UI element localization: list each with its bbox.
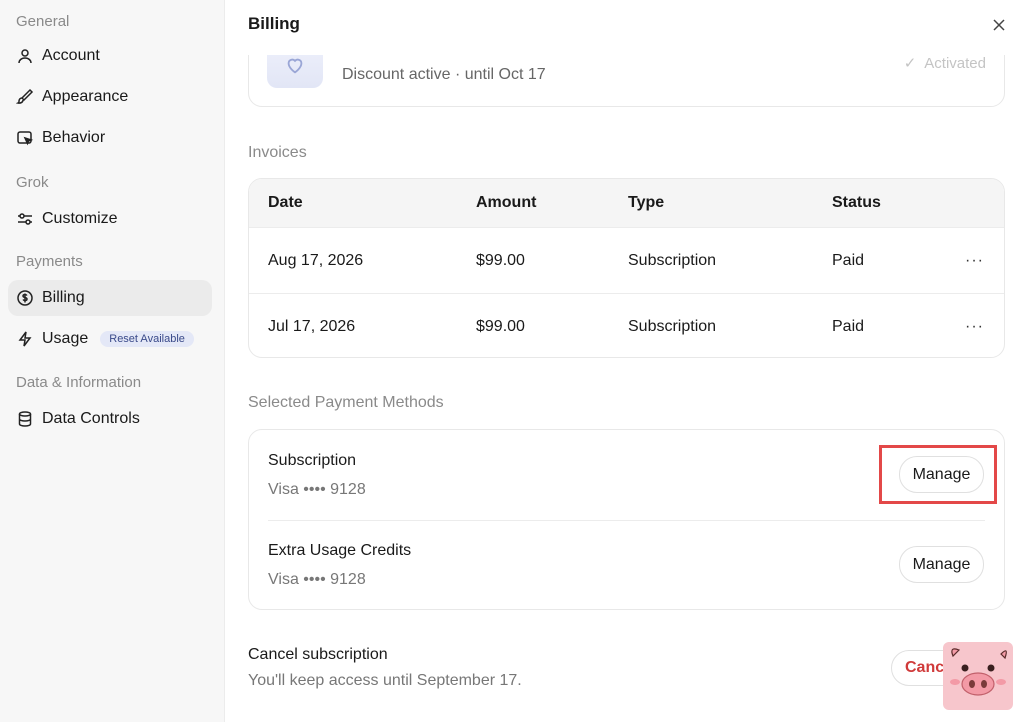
- invoice-status: Paid: [832, 317, 865, 335]
- cancel-subscription-title: Cancel subscription: [248, 646, 388, 663]
- close-icon: [993, 19, 1005, 31]
- activated-status: ✓ Activated: [903, 54, 986, 73]
- pig-mascot-icon: [943, 642, 1013, 710]
- activated-label: Activated: [924, 54, 986, 72]
- sidebar-item-data-controls[interactable]: Data Controls: [8, 401, 212, 437]
- payment-method-name: Subscription: [268, 452, 357, 469]
- table-header: Date Amount Type Status: [249, 179, 1004, 227]
- invoices-table: Date Amount Type Status Aug 17, 2026 $99…: [248, 178, 1005, 358]
- sidebar-item-label: Customize: [42, 210, 118, 227]
- invoice-status: Paid: [832, 251, 865, 269]
- cursor-window-icon: [16, 129, 34, 147]
- section-label-data: Data & Information: [16, 374, 142, 391]
- payment-method-subscription: Subscription Visa •••• 9128 Manage: [268, 430, 984, 520]
- payment-method-card: Visa •••• 9128: [268, 481, 366, 498]
- close-button[interactable]: [990, 16, 1008, 34]
- invoice-amount: $99.00: [476, 251, 525, 269]
- column-header-amount: Amount: [476, 194, 537, 211]
- section-label-grok: Grok: [16, 174, 49, 191]
- column-header-status: Status: [832, 194, 881, 211]
- settings-window: General Account Appearance Behavior Grok: [0, 0, 1024, 722]
- header-bar: [225, 0, 1024, 55]
- invoice-amount: $99.00: [476, 317, 525, 335]
- billing-panel: Discount active · until Oct 17 ✓ Activat…: [225, 0, 1024, 722]
- reset-available-badge: Reset Available: [100, 331, 194, 347]
- sidebar-item-billing[interactable]: Billing: [8, 280, 212, 316]
- database-icon: [16, 410, 34, 428]
- heart-icon: [287, 58, 303, 74]
- dollar-circle-icon: [16, 289, 34, 307]
- sidebar-item-behavior[interactable]: Behavior: [8, 120, 212, 156]
- sidebar-item-customize[interactable]: Customize: [8, 201, 212, 237]
- invoice-date: Jul 17, 2026: [268, 317, 356, 335]
- sidebar-item-label: Appearance: [42, 88, 129, 105]
- sidebar-item-label: Usage: [42, 330, 89, 347]
- table-row: Jul 17, 2026 $99.00 Subscription Paid ··…: [249, 293, 1004, 357]
- section-label-general: General: [16, 13, 70, 30]
- column-header-date: Date: [268, 194, 303, 211]
- manage-extra-usage-button[interactable]: Manage: [899, 546, 984, 583]
- sidebar-item-appearance[interactable]: Appearance: [8, 79, 212, 115]
- table-row: Aug 17, 2026 $99.00 Subscription Paid ··…: [249, 227, 1004, 293]
- bolt-icon: [16, 330, 34, 348]
- payment-method-extra-usage: Extra Usage Credits Visa •••• 9128 Manag…: [268, 520, 984, 610]
- more-options-button[interactable]: ···: [965, 318, 984, 336]
- sidebar-item-label: Data Controls: [42, 410, 140, 427]
- section-label-payments: Payments: [16, 253, 83, 270]
- sidebar-item-usage[interactable]: Usage Reset Available: [8, 321, 212, 357]
- payment-method-name: Extra Usage Credits: [268, 542, 412, 559]
- sidebar-item-label: Behavior: [42, 129, 106, 146]
- payment-methods-heading: Selected Payment Methods: [248, 394, 444, 411]
- sidebar: General Account Appearance Behavior Grok: [0, 0, 225, 722]
- discount-text: Discount active · until Oct 17: [342, 66, 546, 83]
- invoice-type: Subscription: [628, 251, 717, 269]
- check-icon: ✓: [903, 55, 917, 72]
- manage-subscription-button[interactable]: Manage: [899, 456, 984, 493]
- sidebar-item-label: Account: [42, 47, 100, 64]
- sidebar-item-account[interactable]: Account: [8, 38, 212, 74]
- user-icon: [16, 47, 34, 65]
- page-title: Billing: [248, 14, 300, 33]
- brush-icon: [16, 88, 34, 106]
- invoice-type: Subscription: [628, 317, 717, 335]
- cancel-subscription-subtitle: You'll keep access until September 17.: [248, 672, 522, 689]
- payment-method-card: Visa •••• 9128: [268, 571, 366, 588]
- invoice-date: Aug 17, 2026: [268, 251, 364, 269]
- sidebar-item-label: Billing: [42, 289, 85, 306]
- payment-methods-card: Subscription Visa •••• 9128 Manage Extra…: [248, 429, 1005, 610]
- invoices-heading: Invoices: [248, 144, 307, 161]
- sliders-icon: [16, 210, 34, 228]
- more-options-button[interactable]: ···: [965, 252, 984, 270]
- column-header-type: Type: [628, 194, 665, 211]
